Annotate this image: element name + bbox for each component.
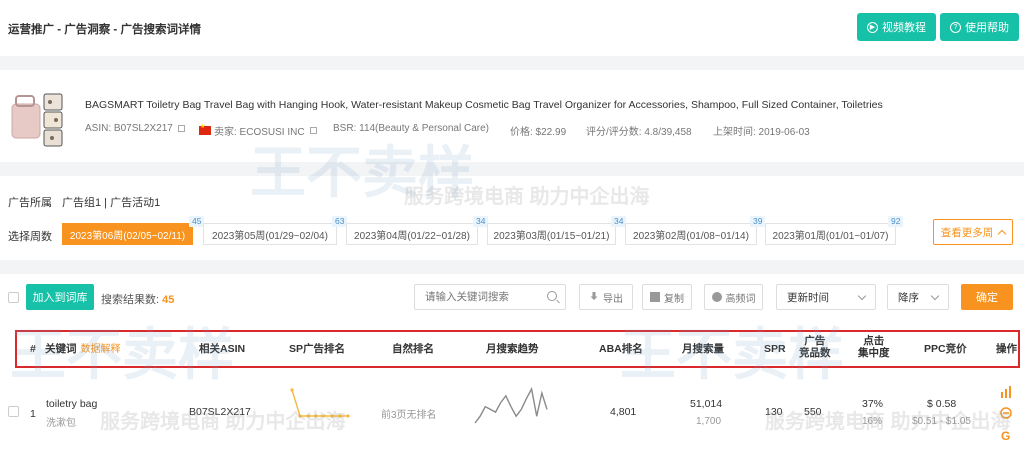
row-ppc-range: $0.51 - $1.05 (912, 416, 971, 427)
sparkline-point (290, 388, 294, 392)
row-checkbox[interactable] (8, 406, 19, 417)
page-header: 运营推广 - 广告洞察 - 广告搜索词详情 ▶ 视频教程 ? 使用帮助 (0, 0, 1024, 56)
svg-text:G: G (1001, 429, 1010, 441)
sparkline-point (346, 414, 350, 418)
header-keyword: 关键词 数据解释 (45, 343, 121, 355)
week-count-badge: 39 (750, 216, 766, 227)
week-option[interactable]: 2023第02周(01/08~01/14) (625, 223, 757, 245)
confirm-button[interactable]: 确定 (961, 284, 1013, 310)
header-spr: SPR (764, 343, 786, 355)
row-click-concentration: 37% (862, 398, 884, 410)
week-option[interactable]: 2023第05周(01/29~02/04) (203, 223, 337, 245)
row-monthly-volume: 51,014 (690, 398, 723, 410)
header-action: 操作 (996, 343, 1017, 355)
result-count: 搜索结果数: 45 (101, 294, 175, 306)
sparkline-point (330, 414, 334, 418)
select-all-checkbox[interactable] (8, 292, 19, 303)
breadcrumb: 运营推广 - 广告洞察 - 广告搜索词详情 (8, 24, 201, 36)
external-link-icon[interactable] (177, 125, 185, 132)
header-aba-rank: ABA排名 (599, 343, 643, 355)
header-search-trend: 月搜索趋势 (486, 343, 539, 355)
sort-field-select[interactable]: 更新时间 (776, 284, 876, 310)
china-flag-icon (199, 123, 211, 135)
add-to-library-button[interactable]: 加入到词库 (26, 284, 94, 310)
product-rating: 评分/评分数: 4.8/39,458 (586, 127, 692, 138)
week-count-badge: 92 (888, 216, 904, 227)
video-tutorial-button[interactable]: ▶ 视频教程 (857, 13, 936, 41)
product-asin[interactable]: ASIN: B07SL2X217 (85, 123, 185, 134)
search-circle-icon[interactable] (1000, 407, 1012, 419)
sparkline-point (298, 414, 302, 418)
table-header-row: # 关键词 数据解释 相关ASIN SP广告排名 自然排名 月搜索趋势 ABA排名… (15, 330, 1020, 368)
bar-chart-icon[interactable] (1000, 386, 1012, 398)
export-button[interactable]: 导出 (579, 284, 633, 310)
search-trend-sparkline[interactable] (472, 386, 550, 426)
download-icon (590, 292, 598, 300)
play-icon: ▶ (867, 21, 878, 33)
sparkline-point (322, 414, 326, 418)
chevron-up-icon (998, 229, 1007, 238)
search-icon[interactable] (547, 291, 557, 301)
row-keyword[interactable]: toiletry bag (46, 398, 97, 410)
help-label: 使用帮助 (965, 22, 1009, 34)
sparkline-point (306, 414, 310, 418)
product-seller[interactable]: 卖家: ECOSUSI INC (199, 123, 317, 138)
product-title[interactable]: BAGSMART Toiletry Bag Travel Bag with Ha… (85, 99, 883, 111)
header-sp-rank: SP广告排名 (289, 343, 346, 355)
google-icon[interactable]: G (1000, 429, 1012, 441)
row-monthly-volume-sub: 1,700 (696, 416, 722, 427)
data-explain-link[interactable]: 数据解释 (81, 344, 121, 355)
high-frequency-button[interactable]: 高频词 (704, 284, 763, 310)
header-natural-rank: 自然排名 (392, 343, 434, 355)
row-keyword-translation: 洗漱包 (46, 418, 76, 429)
header-ad-products: 广告 竞品数 (799, 335, 831, 359)
ad-group-label: 广告所属 (8, 197, 52, 209)
video-tutorial-label: 视频教程 (882, 22, 926, 34)
help-button[interactable]: ? 使用帮助 (940, 13, 1019, 41)
copy-button[interactable]: 复制 (642, 284, 692, 310)
row-ppc: $ 0.58 (927, 398, 957, 410)
sp-rank-sparkline[interactable] (288, 386, 352, 420)
sort-order-select[interactable]: 降序 (887, 284, 949, 310)
row-ad-products: 550 (804, 406, 822, 418)
more-weeks-button[interactable]: 查看更多周 (933, 219, 1013, 245)
row-aba-rank: 4,801 (610, 406, 637, 418)
copy-icon (650, 292, 660, 302)
header-asin: 相关ASIN (199, 343, 246, 355)
header-index: # (30, 343, 36, 355)
sparkline-point (338, 414, 342, 418)
sparkline-point (314, 414, 318, 418)
ad-group-value: 广告组1 | 广告活动1 (62, 197, 161, 209)
product-bsr: BSR: 114(Beauty & Personal Care) (333, 123, 490, 134)
product-listed-date: 上架时间: 2019-06-03 (713, 127, 810, 138)
header-ppc: PPC竞价 (924, 343, 967, 355)
header-monthly-volume: 月搜索量 (682, 343, 724, 355)
week-option[interactable]: 2023第04周(01/22~01/28) (346, 223, 478, 245)
header-click-concentration: 点击 集中度 (858, 335, 890, 359)
sparkline-path (474, 386, 548, 424)
week-option[interactable]: 2023第06周(02/05~02/11) (62, 223, 193, 245)
week-select-label: 选择周数 (8, 231, 52, 243)
row-spr: 130 (765, 406, 783, 418)
week-option[interactable]: 2023第01周(01/01~01/07) (765, 223, 896, 245)
sparkline-path (291, 389, 348, 417)
keyword-table-section: 加入到词库 搜索结果数: 45 导出 复制 高频词 更新时间 降序 确定 # 关… (0, 274, 1024, 453)
external-link-icon[interactable] (309, 127, 317, 134)
product-image[interactable] (10, 92, 66, 150)
row-index: 1 (30, 408, 36, 420)
product-price: 价格: $22.99 (510, 127, 567, 138)
question-icon: ? (950, 21, 961, 33)
chevron-down-icon (857, 291, 867, 300)
row-natural-rank: 前3页无排名 (381, 410, 437, 421)
row-asin[interactable]: B07SL2X217 (189, 406, 251, 418)
chevron-down-icon (930, 291, 940, 300)
product-info-panel: BAGSMART Toiletry Bag Travel Bag with Ha… (0, 70, 1024, 162)
week-option[interactable]: 2023第03周(01/15~01/21) (487, 223, 616, 245)
filter-panel: 广告所属 广告组1 | 广告活动1 选择周数 2023第06周(02/05~02… (0, 176, 1024, 260)
pie-chart-icon (711, 292, 722, 302)
keyword-search-input[interactable] (414, 284, 566, 310)
row-click-concentration-sub: 16% (862, 416, 883, 427)
